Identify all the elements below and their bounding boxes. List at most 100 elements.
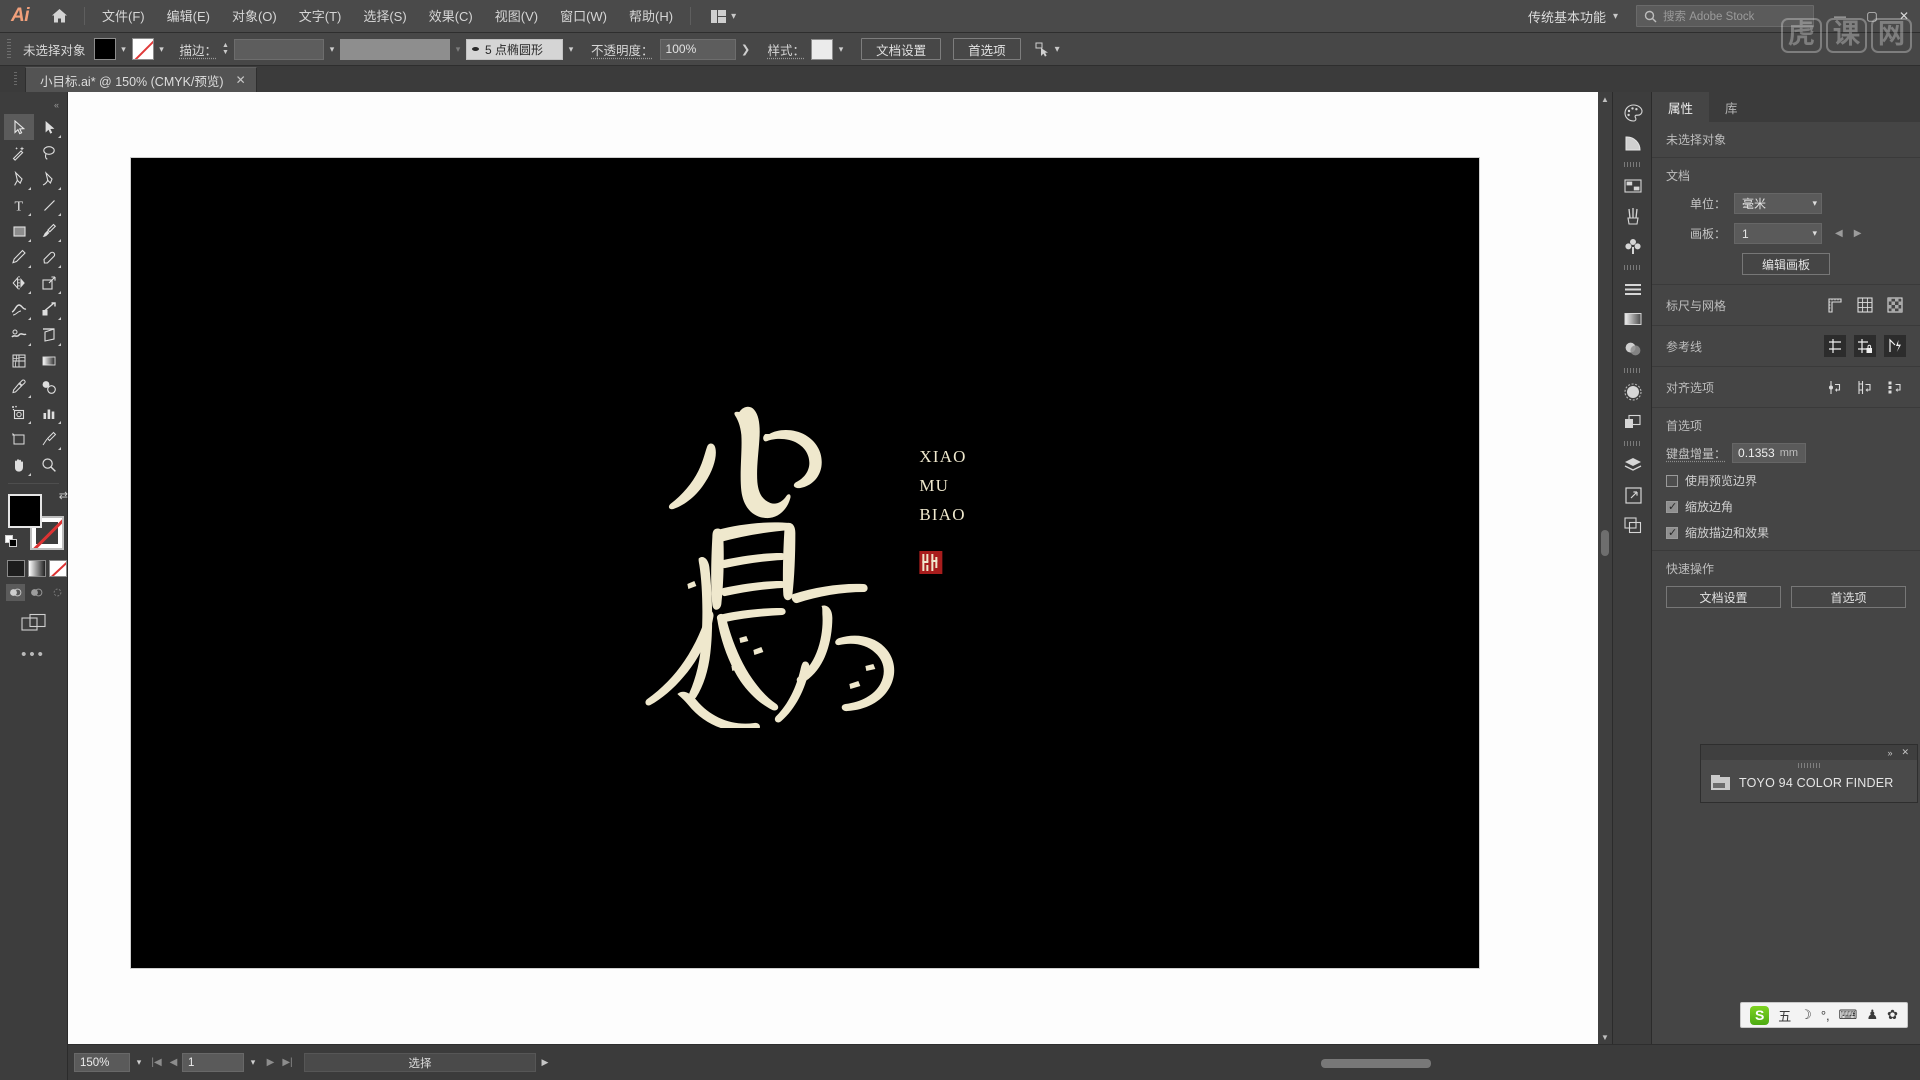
menu-object[interactable]: 对象(O)	[221, 0, 288, 33]
control-bar-grip[interactable]	[4, 39, 14, 59]
color-mode-button[interactable]	[7, 560, 25, 577]
lock-guides-icon[interactable]	[1854, 335, 1876, 357]
brushes-panel-icon[interactable]	[1613, 201, 1653, 231]
smart-guides-icon[interactable]	[1884, 335, 1906, 357]
line-segment-tool[interactable]	[34, 192, 64, 218]
status-indicator[interactable]: 选择	[304, 1053, 536, 1072]
default-fill-stroke-icon[interactable]	[5, 535, 18, 548]
graphic-style-swatch[interactable]	[811, 38, 834, 60]
rectangle-tool[interactable]	[4, 218, 34, 244]
direct-selection-tool[interactable]	[34, 114, 64, 140]
fill-swatch[interactable]	[93, 38, 116, 60]
perspective-grid-tool[interactable]	[34, 322, 64, 348]
workspace-switcher[interactable]: 传统基本功能 ▾	[1520, 7, 1626, 26]
free-transform-tool[interactable]	[34, 296, 64, 322]
ime-user-icon[interactable]: ♟	[1866, 1007, 1878, 1023]
brush-chevron-down-icon[interactable]: ▾	[563, 38, 579, 60]
symbol-sprayer-tool[interactable]	[4, 400, 34, 426]
close-button[interactable]: ✕	[1888, 0, 1920, 33]
draw-normal-button[interactable]	[6, 584, 25, 601]
fill-swatch-large[interactable]	[8, 494, 42, 528]
show-grid-icon[interactable]	[1854, 294, 1876, 316]
toyo-grip[interactable]	[1701, 760, 1917, 770]
asset-export-panel-icon[interactable]	[1613, 510, 1653, 540]
scale-strokes-effects-row[interactable]: 缩放描边和效果	[1666, 524, 1906, 541]
magic-wand-tool[interactable]	[4, 140, 34, 166]
zoom-tool[interactable]	[34, 452, 64, 478]
ime-toolbox-icon[interactable]: ✿	[1887, 1007, 1898, 1023]
show-transparency-grid-icon[interactable]	[1884, 294, 1906, 316]
document-tab[interactable]: 小目标.ai* @ 150% (CMYK/预览) ✕	[25, 67, 257, 92]
swatches-panel-icon[interactable]	[1613, 171, 1653, 201]
keyboard-increment-field[interactable]: 0.1353 mm	[1732, 443, 1807, 463]
last-artboard-icon[interactable]: ▶|	[279, 1057, 296, 1068]
snap-to-grid-icon[interactable]	[1854, 376, 1876, 398]
artboards-panel-icon[interactable]	[1613, 480, 1653, 510]
zoom-level-field[interactable]: 150%	[74, 1053, 130, 1072]
close-icon[interactable]: ✕	[1901, 747, 1909, 758]
artboard-chevron-down-icon[interactable]: ▾	[244, 1057, 262, 1068]
appearance-panel-icon[interactable]	[1613, 377, 1653, 407]
show-guides-icon[interactable]	[1824, 335, 1846, 357]
variable-width-profile-field[interactable]	[340, 38, 451, 60]
menu-view[interactable]: 视图(V)	[484, 0, 549, 33]
curvature-tool[interactable]	[34, 166, 64, 192]
prev-artboard-icon[interactable]: ◀	[165, 1057, 182, 1068]
artboard-tool[interactable]	[4, 426, 34, 452]
stroke-weight-chevron-down-icon[interactable]: ▾	[324, 38, 340, 60]
tab-bar-grip[interactable]	[12, 72, 21, 86]
use-preview-bounds-checkbox[interactable]	[1666, 474, 1678, 487]
opacity-flyout-icon[interactable]: ❯	[736, 43, 756, 56]
hscrollbar-thumb[interactable]	[1321, 1058, 1432, 1068]
menu-select[interactable]: 选择(S)	[352, 0, 417, 33]
change-screen-mode-button[interactable]	[0, 613, 67, 632]
eyedropper-tool[interactable]	[4, 374, 34, 400]
swap-fill-stroke-icon[interactable]: ⇄	[59, 489, 68, 502]
draw-inside-button[interactable]	[48, 584, 67, 601]
menu-window[interactable]: 窗口(W)	[549, 0, 618, 33]
menu-help[interactable]: 帮助(H)	[618, 0, 684, 33]
ime-mode-icon[interactable]: 五	[1778, 1006, 1791, 1025]
scale-tool[interactable]	[34, 270, 64, 296]
stroke-weight-field[interactable]	[234, 38, 325, 60]
preview-bounds-row[interactable]: 使用预览边界	[1666, 472, 1906, 489]
zoom-chevron-down-icon[interactable]: ▾	[130, 1057, 148, 1068]
toyo-color-finder-popup[interactable]: » ✕ TOYO 94 COLOR FINDER	[1700, 744, 1918, 803]
preferences-button[interactable]: 首选项	[953, 38, 1021, 60]
draw-behind-button[interactable]	[27, 584, 46, 601]
transparency-panel-icon[interactable]	[1613, 334, 1653, 364]
menu-file[interactable]: 文件(F)	[91, 0, 156, 33]
hand-tool[interactable]	[4, 452, 34, 478]
menu-effect[interactable]: 效果(C)	[418, 0, 484, 33]
gradient-tool[interactable]	[34, 348, 64, 374]
next-artboard-icon[interactable]: ▶	[262, 1057, 279, 1068]
quick-document-setup-button[interactable]: 文档设置	[1666, 586, 1781, 608]
ime-keyboard-icon[interactable]: ⌨	[1839, 1007, 1858, 1023]
artboard-number-field[interactable]: 1	[182, 1053, 244, 1072]
toolbar-collapse-handle[interactable]: «	[0, 100, 67, 110]
reflect-tool[interactable]	[4, 270, 34, 296]
selection-tool[interactable]	[4, 114, 34, 140]
scrollbar-thumb[interactable]	[1601, 529, 1609, 556]
tab-libraries[interactable]: 库	[1709, 92, 1754, 122]
maximize-button[interactable]: ▢	[1856, 0, 1888, 33]
snap-to-pixel-icon[interactable]	[1884, 376, 1906, 398]
document-setup-button[interactable]: 文档设置	[861, 38, 942, 60]
ime-moon-icon[interactable]: ☽	[1800, 1007, 1812, 1023]
home-icon[interactable]	[40, 0, 78, 33]
paintbrush-tool[interactable]	[34, 218, 64, 244]
prev-artboard-icon[interactable]: ◀	[1835, 228, 1843, 239]
artboard-select[interactable]: 1 ▾	[1734, 223, 1822, 244]
quick-preferences-button[interactable]: 首选项	[1791, 586, 1906, 608]
color-panel-icon[interactable]	[1613, 98, 1653, 128]
scale-corners-row[interactable]: 缩放边角	[1666, 498, 1906, 515]
close-icon[interactable]: ✕	[236, 73, 246, 87]
show-rulers-icon[interactable]	[1824, 294, 1846, 316]
more-tools-button[interactable]: •••	[0, 646, 67, 663]
type-tool[interactable]: T	[4, 192, 34, 218]
layers-panel-icon[interactable]	[1613, 450, 1653, 480]
ime-punctuation-icon[interactable]: °,	[1821, 1008, 1830, 1023]
stroke-weight-stepper[interactable]: ▲ ▼	[222, 42, 232, 56]
style-chevron-down-icon[interactable]: ▾	[833, 38, 849, 60]
fill-chevron-down-icon[interactable]: ▾	[116, 38, 132, 60]
